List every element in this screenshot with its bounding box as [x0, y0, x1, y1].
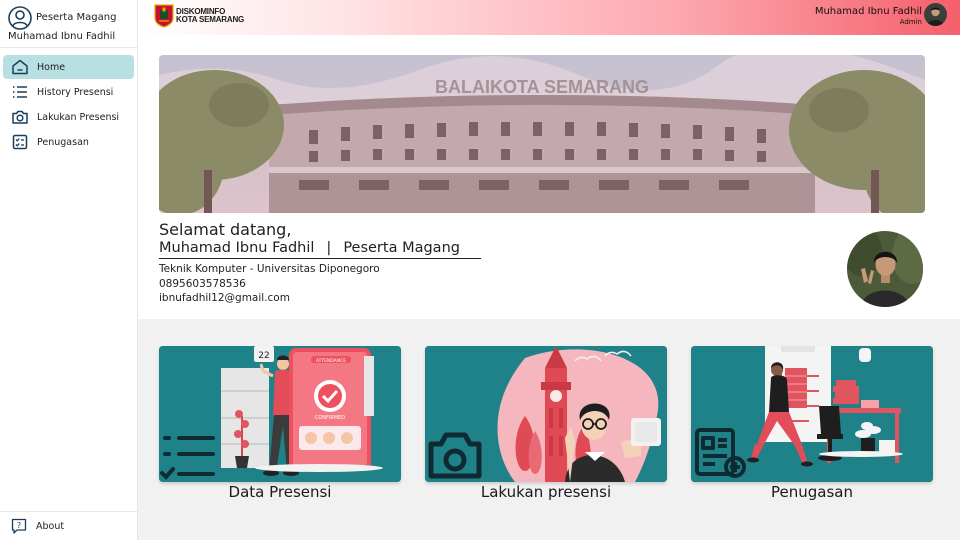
card-label-penugasan[interactable]: Penugasan — [691, 483, 933, 501]
sidebar-item-label: Penugasan — [37, 136, 89, 148]
help-icon: ? — [10, 517, 28, 535]
phone-number: 0895603578536 — [159, 278, 246, 290]
sidebar-item-penugasan[interactable]: Penugasan — [3, 130, 134, 154]
sidebar-profile: Peserta Magang Muhamad Ibnu Fadhil — [0, 0, 137, 48]
brand[interactable]: DISKOMINFO KOTA SEMARANG — [154, 4, 244, 28]
profile-photo — [847, 231, 923, 307]
top-user-name: Muhamad Ibnu Fadhil — [814, 6, 922, 17]
list-icon — [11, 83, 29, 101]
full-name: Muhamad Ibnu Fadhil — [159, 240, 315, 256]
city-emblem-logo — [154, 4, 174, 28]
svg-text:?: ? — [17, 521, 21, 530]
top-avatar[interactable] — [924, 3, 947, 26]
sidebar-role: Peserta Magang — [36, 12, 117, 23]
home-icon — [11, 58, 29, 76]
user-role: Peserta Magang — [343, 240, 460, 256]
user-title-line: Muhamad Ibnu Fadhil | Peserta Magang — [159, 240, 481, 259]
sidebar-item-about[interactable]: ? About — [0, 511, 138, 540]
sidebar-item-lakukan-presensi[interactable]: Lakukan Presensi — [3, 105, 134, 129]
card-label-data-presensi[interactable]: Data Presensi — [159, 483, 401, 501]
sidebar-item-label: Home — [37, 61, 66, 73]
card-lakukan-presensi[interactable] — [425, 346, 667, 482]
top-user-info: Muhamad Ibnu Fadhil Admin — [815, 6, 922, 26]
welcome-panel: BALAIKOTA SEMARANG Selamat datang, Muham… — [138, 35, 960, 319]
card-penugasan[interactable] — [691, 346, 933, 482]
sidebar: Peserta Magang Muhamad Ibnu Fadhil Home … — [0, 0, 138, 540]
education: Teknik Komputer - Universitas Diponegoro — [159, 263, 380, 275]
phone-title: ATTENDANCE — [316, 358, 346, 364]
sidebar-item-home[interactable]: Home — [3, 55, 134, 79]
checklist-icon — [11, 133, 29, 151]
sidebar-item-label: Lakukan Presensi — [37, 111, 120, 123]
camera-icon — [11, 108, 29, 126]
top-bar: DISKOMINFO KOTA SEMARANG Muhamad Ibnu Fa… — [138, 0, 960, 35]
sidebar-item-label: History Presensi — [37, 86, 114, 98]
about-label: About — [36, 520, 65, 532]
title-separator: | — [326, 240, 332, 256]
sidebar-user-name: Muhamad Ibnu Fadhil — [8, 31, 116, 42]
top-user-role: Admin — [899, 18, 922, 26]
sidebar-item-history-presensi[interactable]: History Presensi — [3, 80, 134, 104]
phone-status: CONFIRMED — [315, 415, 345, 421]
greeting: Selamat datang, — [159, 220, 292, 239]
sidebar-menu: Home History Presensi Lakukan Presensi P… — [0, 48, 137, 154]
calendar-day: 22 — [258, 351, 269, 361]
brand-line-2: KOTA SEMARANG — [176, 15, 245, 24]
card-data-presensi[interactable]: 22 ATTENDANCE CONFIRMED — [159, 346, 401, 482]
email: ibnufadhil12@gmail.com — [159, 292, 290, 304]
card-label-lakukan-presensi[interactable]: Lakukan presensi — [425, 483, 667, 501]
user-circle-icon — [8, 6, 32, 30]
banner-image: BALAIKOTA SEMARANG — [159, 55, 925, 213]
